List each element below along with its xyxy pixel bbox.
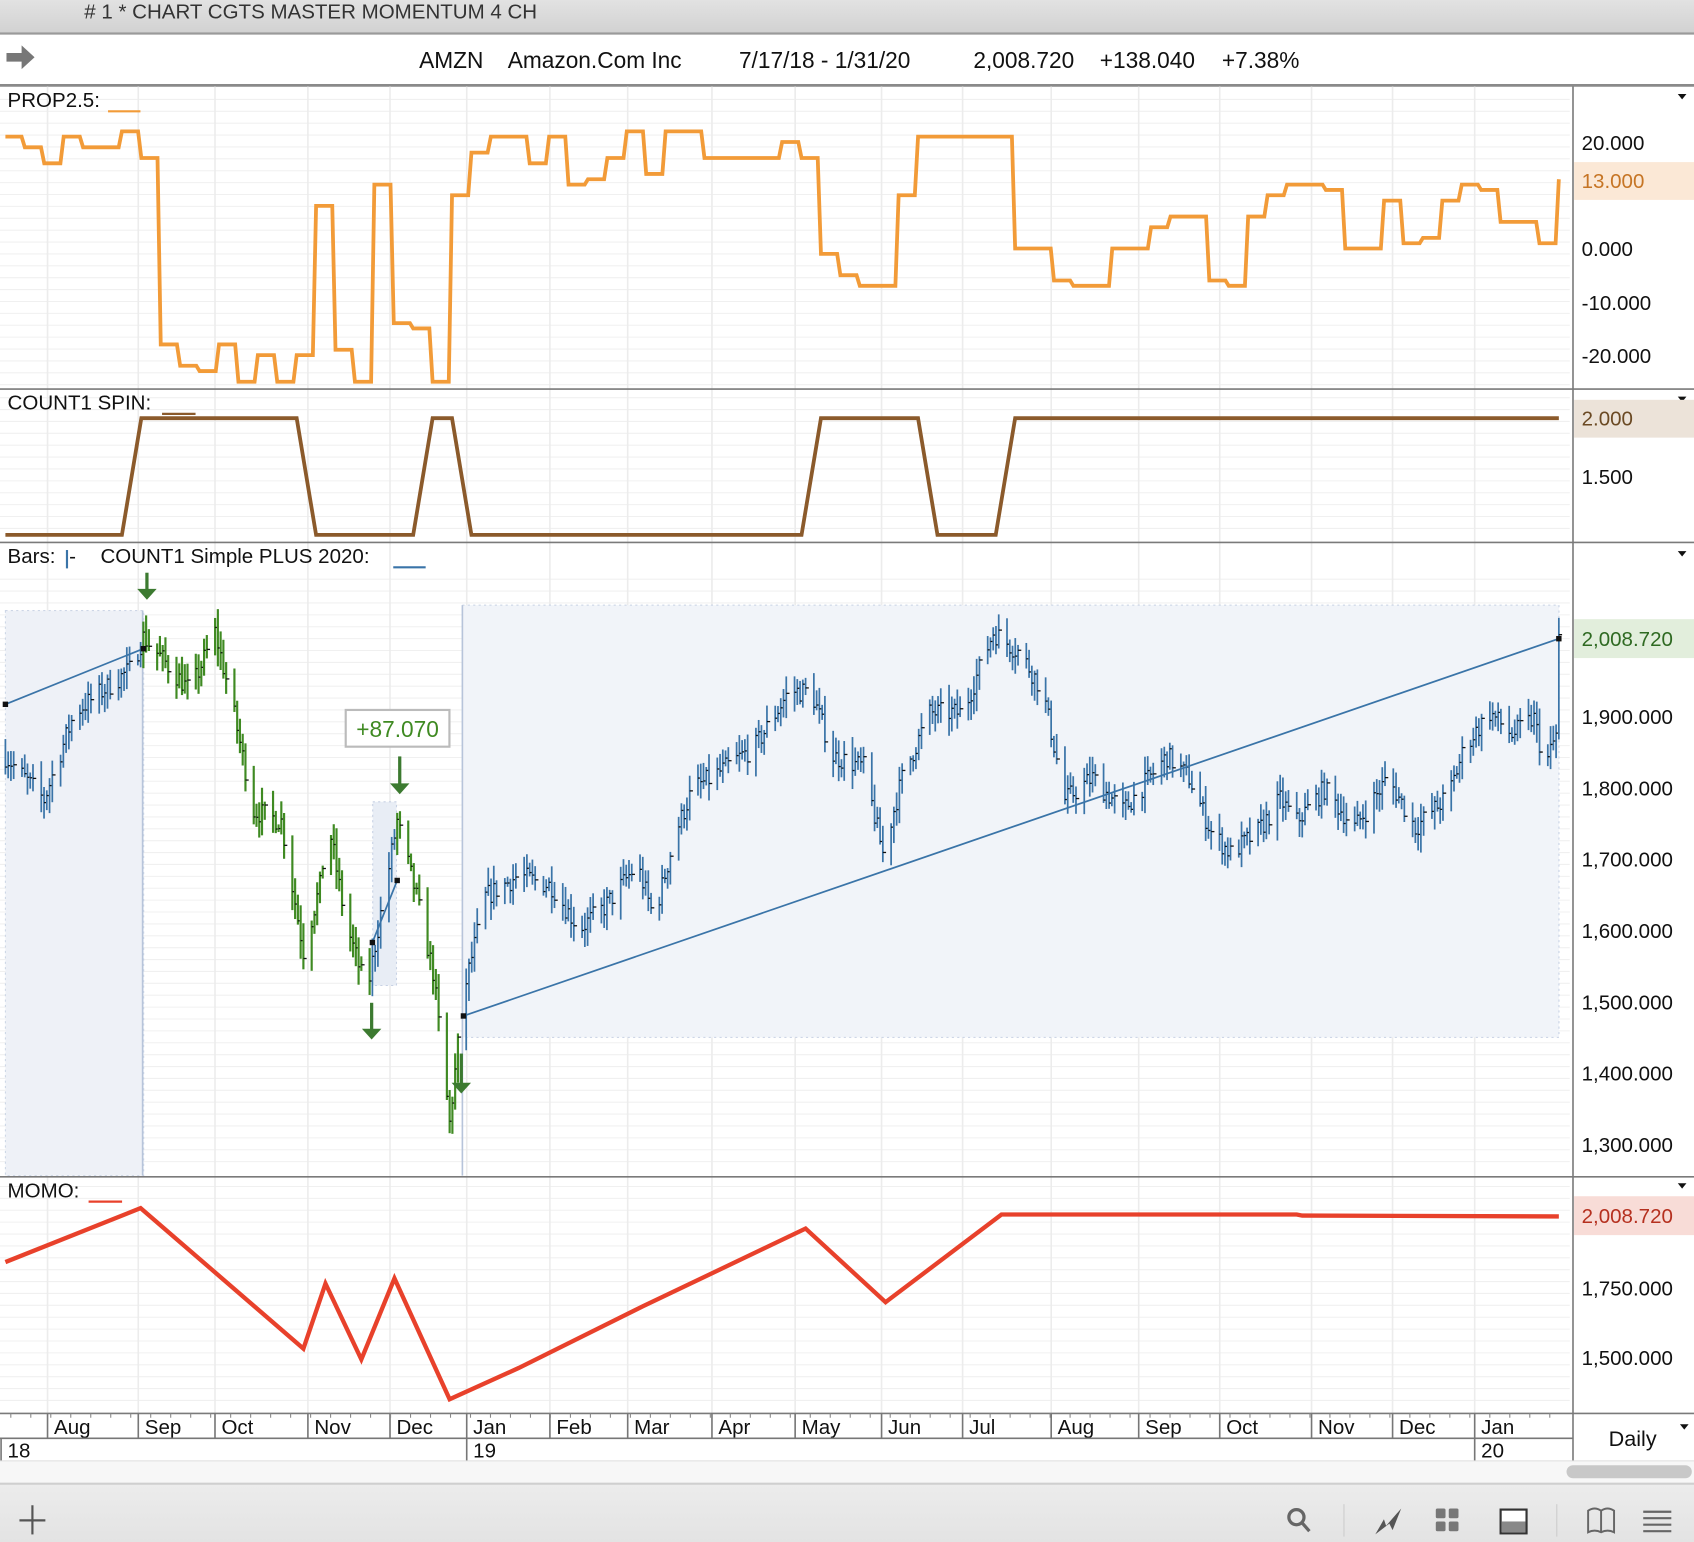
month-label: Jan — [473, 1416, 506, 1439]
period-selector[interactable]: Daily — [1609, 1426, 1657, 1451]
price-bar — [340, 870, 346, 916]
price-current-value: 2,008.720 — [1582, 628, 1673, 651]
prop-tick: -20.000 — [1582, 345, 1652, 368]
regression-anchor — [394, 877, 400, 884]
month-label: Jan — [1481, 1416, 1514, 1439]
momo-menu-icon — [1677, 1183, 1687, 1189]
regression-anchor — [1556, 635, 1562, 642]
panel-layout-icon[interactable] — [1499, 1508, 1528, 1535]
buy-arrow-icon — [361, 1002, 382, 1040]
sell-arrow-icon — [137, 572, 157, 600]
spin-line — [5, 416, 1559, 537]
price-tick: 1,500.000 — [1582, 991, 1673, 1014]
month-label: Oct — [1226, 1416, 1258, 1439]
company-name: Amazon.Com Inc — [508, 47, 682, 73]
month-label: Nov — [1318, 1416, 1355, 1439]
price-bar — [360, 956, 365, 971]
price-bar — [283, 812, 288, 859]
year-label: 19 — [473, 1440, 496, 1463]
horizontal-scrollbar[interactable] — [1566, 1465, 1692, 1479]
price-bar — [445, 1012, 451, 1100]
sell-arrow-icon — [390, 756, 410, 795]
prop-current-value: 13.000 — [1582, 170, 1645, 193]
last-price: 2,008.720 — [973, 47, 1074, 73]
price-bar — [167, 655, 172, 684]
gain-annotation: +87.070 — [344, 708, 451, 748]
regression-channel — [372, 801, 398, 987]
month-label: Aug — [1058, 1416, 1095, 1439]
price-tick: 1,600.000 — [1582, 920, 1673, 943]
year-label: 20 — [1481, 1440, 1504, 1463]
prop-tick: -10.000 — [1582, 292, 1652, 315]
year-label: 18 — [8, 1440, 31, 1463]
month-label: Sep — [1145, 1416, 1182, 1439]
chart-window: # 1 * CHART CGTS MASTER MOMENTUM 4 CH AM… — [0, 0, 1694, 1542]
price-bar — [418, 874, 423, 906]
month-label: May — [802, 1416, 841, 1439]
prop-tick: 0.000 — [1582, 238, 1633, 261]
month-label: Mar — [634, 1416, 669, 1439]
price-change-pct: +7.38% — [1222, 47, 1300, 73]
date-range: 7/17/18 - 1/31/20 — [739, 47, 910, 73]
regression-anchor — [140, 645, 147, 652]
month-label: Jul — [969, 1416, 995, 1439]
period-dropdown-icon[interactable] — [1679, 1424, 1689, 1430]
month-label: Oct — [221, 1416, 253, 1439]
price-tick: 1,400.000 — [1582, 1063, 1673, 1086]
symbol: AMZN — [419, 47, 483, 73]
price-bar — [302, 923, 307, 970]
month-label: Apr — [718, 1416, 750, 1439]
window-title: # 1 * CHART CGTS MASTER MOMENTUM 4 CH — [84, 0, 537, 23]
forward-arrow-icon[interactable] — [6, 45, 35, 70]
bars-label[interactable]: Bars: — [8, 545, 56, 568]
price-bar — [244, 743, 249, 792]
momo-tick: 1,750.000 — [1582, 1278, 1673, 1301]
price-bar — [147, 629, 153, 651]
price-bar — [186, 663, 191, 700]
price-tick: 1,800.000 — [1582, 777, 1673, 800]
prop-tick: 20.000 — [1582, 132, 1645, 155]
price-tick: 1,300.000 — [1582, 1134, 1673, 1157]
spin-panel-label[interactable]: COUNT1 SPIN: — [8, 392, 152, 415]
regression-anchor — [2, 701, 9, 708]
month-label: Aug — [54, 1416, 91, 1439]
regression-anchor — [369, 939, 376, 946]
prop-panel-label[interactable]: PROP2.5: — [8, 89, 100, 112]
momo-panel-label[interactable]: MOMO: — [8, 1179, 80, 1202]
month-label: Feb — [556, 1416, 591, 1439]
price-bar — [437, 974, 442, 1032]
study-label[interactable]: COUNT1 Simple PLUS 2020: — [100, 545, 369, 568]
price-menu-icon — [1677, 551, 1687, 557]
price-change: +138.040 — [1100, 47, 1195, 73]
price-bar — [225, 662, 230, 694]
momo-tick: 1,500.000 — [1582, 1347, 1673, 1370]
month-label: Dec — [396, 1416, 432, 1439]
prop-menu-icon — [1677, 94, 1687, 100]
price-bar — [412, 863, 418, 902]
regression-anchor — [460, 1013, 467, 1019]
month-label: Sep — [145, 1416, 182, 1439]
prop-line — [5, 129, 1561, 384]
price-tick: 1,900.000 — [1582, 706, 1673, 729]
gain-annotation-text: +87.070 — [356, 716, 439, 742]
spin-current-value: 2.000 — [1582, 408, 1633, 431]
spin-tick: 1.500 — [1582, 466, 1633, 489]
month-label: Jun — [888, 1416, 921, 1439]
price-tick: 1,700.000 — [1582, 849, 1673, 872]
price-bar — [398, 811, 404, 839]
momo-line — [4, 1205, 1559, 1403]
momo-current-value: 2,008.720 — [1582, 1205, 1673, 1228]
month-label: Nov — [314, 1416, 351, 1439]
svg-text:-: - — [69, 545, 76, 568]
month-label: Dec — [1399, 1416, 1435, 1439]
regression-channel — [461, 604, 1560, 1038]
